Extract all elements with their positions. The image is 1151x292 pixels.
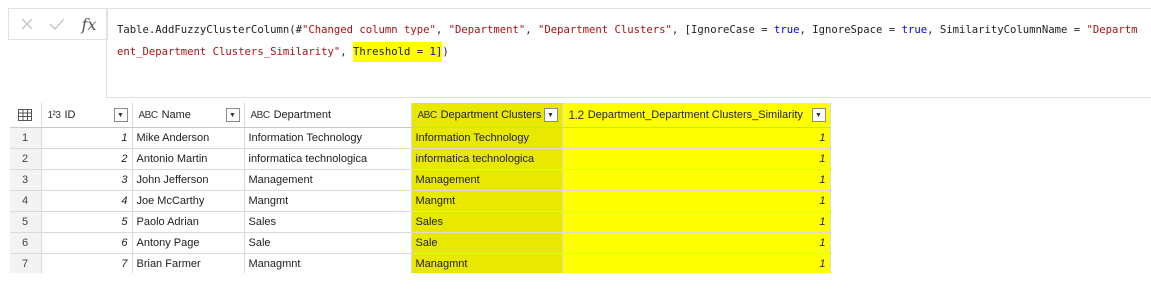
formula-string: "Department Clusters" [537, 24, 672, 36]
cell-department[interactable]: Mangmt [244, 190, 412, 212]
row-number[interactable]: 6 [10, 232, 42, 254]
formula-text: , IgnoreSpace = [799, 24, 902, 36]
cell-similarity[interactable]: 1 [562, 253, 831, 275]
fx-icon[interactable]: fx [75, 9, 103, 39]
column-header-similarity[interactable]: 1.2 Department_Department Clusters_Simil… [562, 103, 831, 128]
cell-department-cluster[interactable]: Mangmt [411, 190, 563, 212]
cell-id[interactable]: 2 [41, 148, 133, 170]
table-row[interactable]: 1 1 Mike Anderson Information Technology… [10, 127, 831, 149]
cell-department[interactable]: Management [244, 169, 412, 191]
cell-similarity[interactable]: 1 [562, 127, 831, 149]
cell-similarity[interactable]: 1 [562, 148, 831, 170]
cell-department-cluster[interactable]: Managmnt [411, 253, 563, 275]
formula-keyword: true [773, 24, 800, 36]
row-number[interactable]: 1 [10, 127, 42, 149]
grid-footer-space [10, 273, 1151, 292]
cell-similarity[interactable]: 1 [562, 190, 831, 212]
column-header-label: Department [273, 109, 332, 121]
cell-id[interactable]: 1 [41, 127, 133, 149]
text-type-icon[interactable]: ABC [139, 110, 159, 121]
formula-text: , [525, 24, 538, 36]
formula-text: , SimilarityColumnName = [927, 24, 1087, 36]
formula-keyword: true [901, 24, 928, 36]
check-icon[interactable] [45, 9, 69, 39]
table-row[interactable]: 3 3 John Jefferson Management Management… [10, 169, 831, 191]
header-row: 1²3 ID ▼ ABC Name ▼ ABC Department ABC D… [10, 103, 831, 128]
formula-text: ) [442, 46, 449, 58]
cell-id[interactable]: 6 [41, 232, 133, 254]
formula-threshold-highlight: Threshold = 1] [353, 42, 443, 62]
chevron-down-icon[interactable]: ▼ [543, 108, 558, 122]
cell-id[interactable]: 3 [41, 169, 133, 191]
table-icon[interactable] [10, 103, 40, 127]
text-type-icon[interactable]: ABC [418, 110, 438, 121]
formula-string: "Department" [448, 24, 526, 36]
cell-name[interactable]: Brian Farmer [132, 253, 245, 275]
cell-department[interactable]: Sales [244, 211, 412, 233]
cell-name[interactable]: John Jefferson [132, 169, 245, 191]
table-row[interactable]: 2 2 Antonio Martin informatica technolog… [10, 148, 831, 170]
formula-bar: fx Table.AddFuzzyClusterColumn(#"Changed… [0, 0, 1151, 98]
formula-input[interactable]: Table.AddFuzzyClusterColumn(#"Changed co… [106, 8, 1151, 98]
decimal-number-type-icon[interactable]: 1.2 [569, 108, 585, 122]
cell-name[interactable]: Mike Anderson [132, 127, 245, 149]
formula-text: , [435, 24, 449, 36]
chevron-down-icon[interactable]: ▼ [225, 108, 240, 122]
formula-text: Threshold = [353, 46, 430, 58]
cell-department-cluster[interactable]: Management [411, 169, 563, 191]
cell-id[interactable]: 7 [41, 253, 133, 275]
cell-similarity[interactable]: 1 [562, 169, 831, 191]
cell-department[interactable]: Information Technology [244, 127, 412, 149]
cell-name[interactable]: Joe McCarthy [132, 190, 245, 212]
data-grid: 1²3 ID ▼ ABC Name ▼ ABC Department ABC D… [10, 103, 831, 275]
cell-id[interactable]: 5 [41, 211, 133, 233]
column-header-name[interactable]: ABC Name ▼ [132, 103, 245, 128]
column-header-label: Name [161, 109, 191, 121]
cell-name[interactable]: Paolo Adrian [132, 211, 245, 233]
whole-number-type-icon[interactable]: 1²3 [48, 110, 61, 121]
cell-similarity[interactable]: 1 [562, 232, 831, 254]
cell-department-cluster[interactable]: Information Technology [411, 127, 563, 149]
cell-id[interactable]: 4 [41, 190, 133, 212]
cell-similarity[interactable]: 1 [562, 211, 831, 233]
row-number[interactable]: 2 [10, 148, 42, 170]
cell-department-cluster[interactable]: Sale [411, 232, 563, 254]
formula-string: "Changed column type" [301, 24, 436, 36]
column-header-label: Department_Department Clusters_Similarit… [587, 109, 803, 121]
column-header-id[interactable]: 1²3 ID ▼ [41, 103, 133, 128]
table-corner[interactable] [10, 103, 42, 128]
row-number[interactable]: 7 [10, 253, 42, 275]
formula-keyword: 1] [429, 46, 443, 58]
row-number[interactable]: 3 [10, 169, 42, 191]
formula-text: , [IgnoreCase = [671, 24, 774, 36]
chevron-down-icon[interactable]: ▼ [811, 108, 826, 122]
row-number[interactable]: 4 [10, 190, 42, 212]
close-icon[interactable] [15, 9, 39, 39]
cell-department[interactable]: informatica technologica [244, 148, 412, 170]
cell-department-cluster[interactable]: informatica technologica [411, 148, 563, 170]
table-row[interactable]: 4 4 Joe McCarthy Mangmt Mangmt 1 [10, 190, 831, 212]
column-header-label: Department Clusters [440, 109, 542, 121]
row-number[interactable]: 5 [10, 211, 42, 233]
table-row[interactable]: 7 7 Brian Farmer Managmnt Managmnt 1 [10, 253, 831, 275]
formula-text: Table.AddFuzzyClusterColumn(# [117, 24, 302, 36]
cell-department-cluster[interactable]: Sales [411, 211, 563, 233]
text-type-icon[interactable]: ABC [251, 110, 271, 121]
formula-bar-tools: fx [8, 8, 108, 40]
column-header-department-clusters[interactable]: ABC Department Clusters ▼ [411, 103, 563, 128]
cell-department[interactable]: Sale [244, 232, 412, 254]
formula-text: , [340, 46, 353, 58]
column-header-department[interactable]: ABC Department [244, 103, 412, 128]
table-row[interactable]: 6 6 Antony Page Sale Sale 1 [10, 232, 831, 254]
table-row[interactable]: 5 5 Paolo Adrian Sales Sales 1 [10, 211, 831, 233]
chevron-down-icon[interactable]: ▼ [113, 108, 128, 122]
cell-department[interactable]: Managmnt [244, 253, 412, 275]
cell-name[interactable]: Antonio Martin [132, 148, 245, 170]
cell-name[interactable]: Antony Page [132, 232, 245, 254]
column-header-label: ID [64, 109, 76, 121]
